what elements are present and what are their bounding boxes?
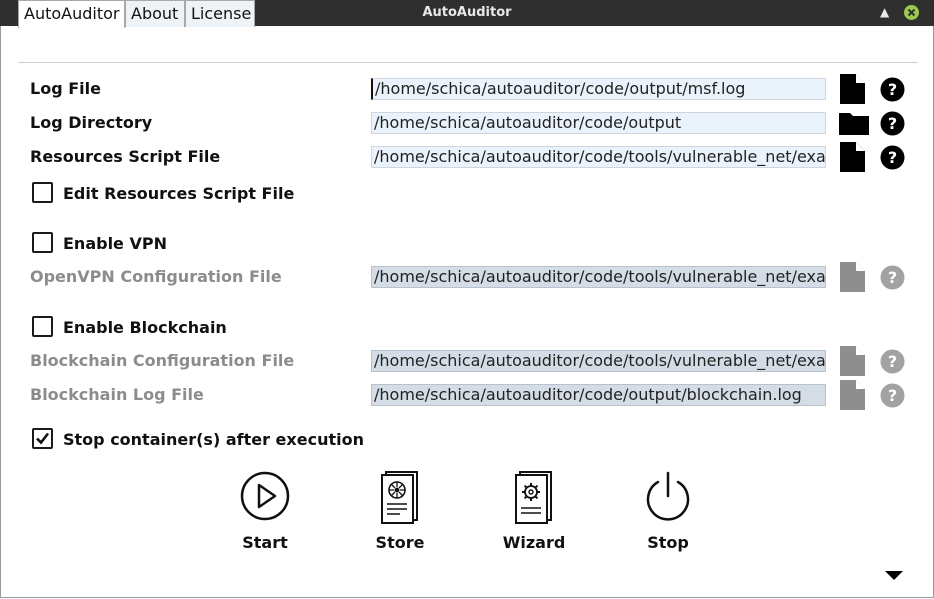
log-file-label: Log File — [30, 79, 101, 98]
tab-about[interactable]: About — [125, 0, 185, 27]
help-icon[interactable]: ? — [880, 265, 905, 294]
edit-resources-checkbox[interactable] — [32, 182, 53, 203]
tab-license[interactable]: License — [185, 0, 255, 27]
enable-vpn-checkbox[interactable] — [32, 232, 53, 253]
tab-autoauditor[interactable]: AutoAuditor — [18, 0, 125, 28]
wizard-button[interactable]: Wizard — [484, 470, 584, 552]
log-directory-label: Log Directory — [30, 113, 153, 132]
svg-text:?: ? — [888, 80, 897, 99]
file-icon[interactable] — [838, 345, 866, 381]
store-button[interactable]: Store — [350, 470, 450, 552]
expand-arrow-icon[interactable] — [885, 566, 903, 585]
file-icon[interactable] — [838, 379, 866, 415]
enable-vpn-label: Enable VPN — [63, 234, 167, 253]
help-icon[interactable]: ? — [880, 349, 905, 378]
minimize-icon[interactable]: ▲ — [880, 5, 889, 19]
svg-text:?: ? — [888, 268, 897, 287]
log-directory-input[interactable]: /home/schica/autoauditor/code/output — [371, 112, 826, 134]
blockchain-log-label: Blockchain Log File — [30, 385, 204, 404]
blockchain-log-input[interactable]: /home/schica/autoauditor/code/output/blo… — [371, 384, 826, 406]
openvpn-config-input[interactable]: /home/schica/autoauditor/code/tools/vuln… — [371, 266, 826, 288]
wizard-document-icon — [484, 470, 584, 526]
file-icon[interactable] — [838, 261, 866, 297]
blockchain-config-label: Blockchain Configuration File — [30, 351, 295, 370]
play-circle-icon — [215, 470, 315, 526]
help-icon[interactable]: ? — [880, 111, 905, 140]
wizard-label: Wizard — [502, 533, 566, 552]
enable-blockchain-checkbox[interactable] — [32, 316, 53, 337]
help-icon[interactable]: ? — [880, 383, 905, 412]
stop-containers-checkbox[interactable] — [32, 428, 53, 449]
blockchain-config-input[interactable]: /home/schica/autoauditor/code/tools/vuln… — [371, 350, 826, 372]
log-file-input[interactable]: /home/schica/autoauditor/code/output/msf… — [371, 78, 826, 100]
close-icon[interactable] — [904, 5, 919, 20]
tab-divider — [18, 62, 918, 63]
stop-containers-label: Stop container(s) after execution — [63, 430, 364, 449]
check-icon — [36, 432, 50, 445]
edit-resources-label: Edit Resources Script File — [63, 184, 295, 203]
stop-button[interactable]: Stop — [618, 470, 718, 552]
svg-text:?: ? — [888, 114, 897, 133]
store-document-icon — [350, 470, 450, 526]
svg-text:?: ? — [888, 352, 897, 371]
svg-text:?: ? — [888, 148, 897, 167]
stop-label: Stop — [647, 533, 689, 552]
enable-blockchain-label: Enable Blockchain — [63, 318, 227, 337]
folder-icon[interactable] — [838, 110, 870, 140]
svg-text:?: ? — [888, 386, 897, 405]
store-label: Store — [375, 533, 425, 552]
resources-script-label: Resources Script File — [30, 147, 221, 166]
openvpn-config-label: OpenVPN Configuration File — [30, 267, 282, 286]
resources-script-input[interactable]: /home/schica/autoauditor/code/tools/vuln… — [371, 146, 826, 168]
help-icon[interactable]: ? — [880, 77, 905, 106]
file-icon[interactable] — [838, 73, 866, 109]
file-icon[interactable] — [838, 141, 866, 177]
start-button[interactable]: Start — [215, 470, 315, 552]
help-icon[interactable]: ? — [880, 145, 905, 174]
power-icon — [618, 470, 718, 526]
start-label: Start — [242, 533, 288, 552]
